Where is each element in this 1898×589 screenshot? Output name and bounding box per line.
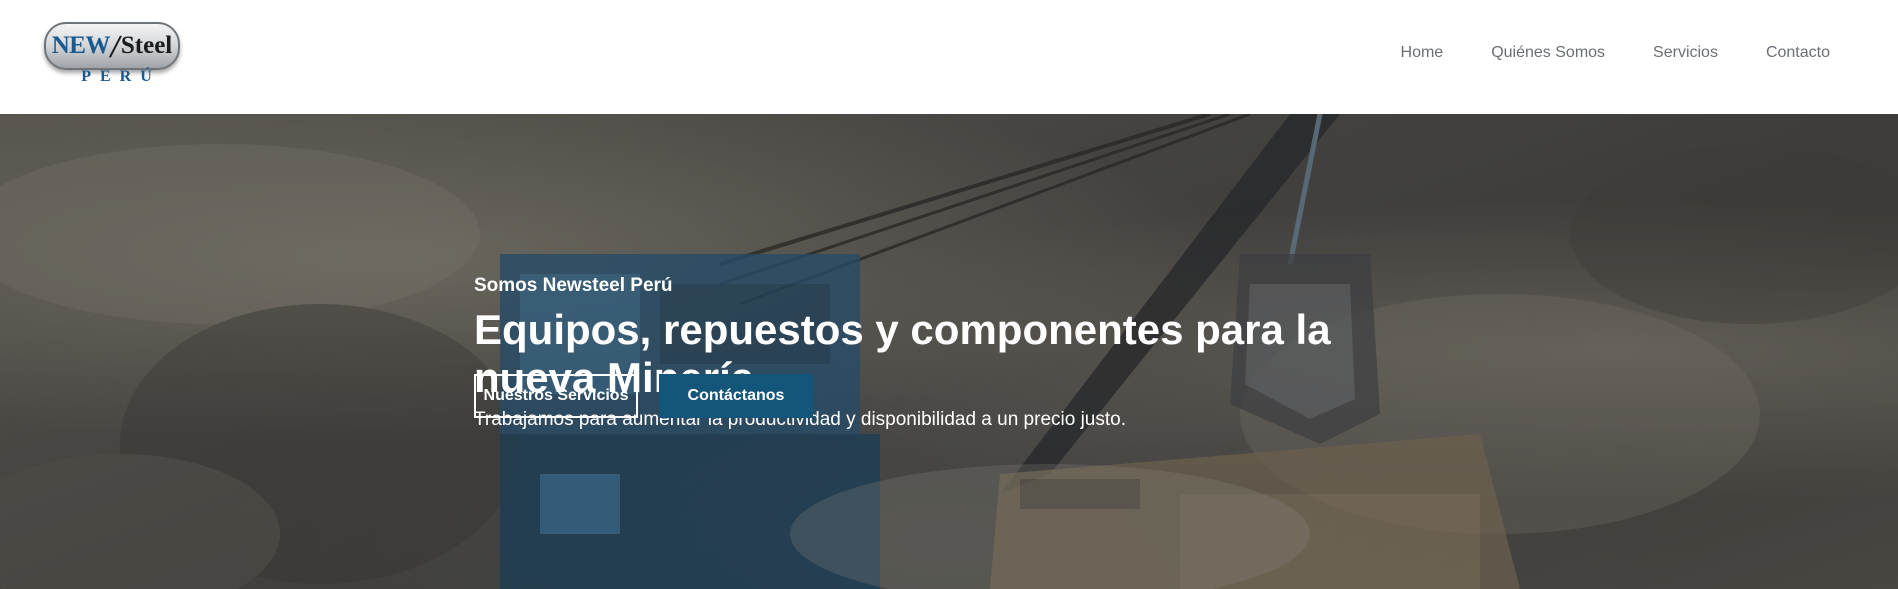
logo-word-new: NEW [51,32,111,59]
nuestros-servicios-button[interactable]: Nuestros Servicios [474,374,638,418]
nav-servicios[interactable]: Servicios [1653,44,1718,62]
nav-home[interactable]: Home [1401,44,1444,62]
site-header: NEW / Steel PERÚ Home Quiénes Somos Serv… [0,0,1898,114]
nav-quienes-somos[interactable]: Quiénes Somos [1491,44,1605,62]
newsteel-logo[interactable]: NEW / Steel PERÚ [44,22,180,90]
hero-eyebrow: Somos Newsteel Perú [474,275,673,296]
hero-section: Somos Newsteel Perú Equipos, repuestos y… [0,114,1898,589]
logo-country: PERÚ [81,68,161,85]
hero-buttons: Nuestros Servicios Contáctanos [474,374,813,418]
logo-badge: NEW / Steel [44,22,180,70]
nav-contacto[interactable]: Contacto [1766,44,1830,62]
logo-word-steel: Steel [120,32,173,59]
contactanos-button[interactable]: Contáctanos [659,374,813,418]
main-nav: Home Quiénes Somos Servicios Contacto [1401,44,1830,62]
